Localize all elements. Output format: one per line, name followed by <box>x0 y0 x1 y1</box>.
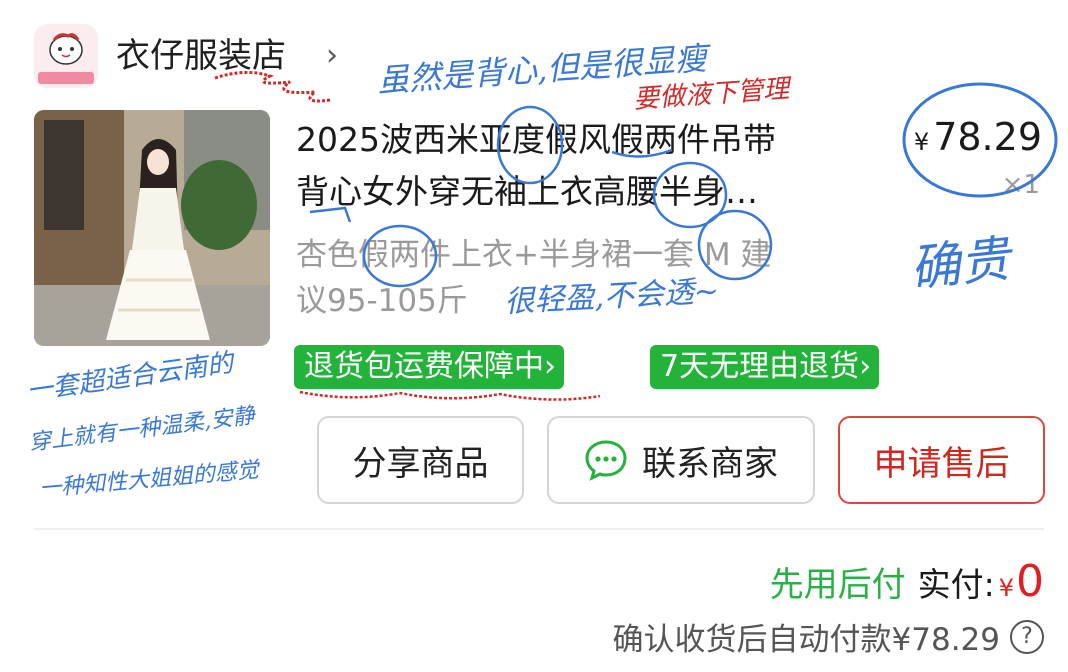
annotation-top: 虽然是背心,但是很显瘦 <box>376 39 713 100</box>
annotation-wash: 要做液下管理 <box>632 74 794 115</box>
chevron-right-icon[interactable]: › <box>326 36 338 76</box>
shipping-insurance-tag[interactable]: 退货包运费保障中› <box>294 345 564 389</box>
product-spec-line-2: 议95-105斤 <box>296 283 468 319</box>
share-product-button[interactable]: 分享商品 <box>317 416 524 504</box>
divider <box>34 528 1044 530</box>
annotation-expensive: 确贵 <box>907 229 1016 298</box>
actual-payment-row: 先用后付 实付: ¥ 0 <box>770 556 1044 607</box>
product-title-line-2: 背心女外穿无袖上衣高腰半身… <box>296 172 758 211</box>
share-product-label: 分享商品 <box>352 443 489 484</box>
actual-pay-value: 0 <box>1016 556 1044 607</box>
store-logo-icon[interactable] <box>34 24 98 88</box>
product-spec: 杏色假两件上衣+半身裙一套 M 建 议95-105斤 <box>296 232 876 324</box>
actual-pay-currency: ¥ <box>998 574 1014 602</box>
product-image[interactable] <box>34 110 270 346</box>
store-name[interactable]: 衣仔服装店 <box>116 34 286 78</box>
pay-later-label: 先用后付 <box>769 565 906 605</box>
seven-day-return-tag[interactable]: 7天无理由退货› <box>650 345 880 389</box>
product-title-line-1: 2025波西米亚度假风假两件吊带 <box>296 120 776 159</box>
price-currency: ¥ <box>913 128 930 156</box>
product-title[interactable]: 2025波西米亚度假风假两件吊带 背心女外穿无袖上衣高腰半身… <box>296 114 876 218</box>
annotation-left-3: 一种知性大姐姐的感觉 <box>38 458 261 502</box>
after-sale-button[interactable]: 申请售后 <box>838 416 1045 504</box>
annotation-left-2: 穿上就有一种温柔,安静 <box>28 403 258 456</box>
product-price: ¥78.29 <box>914 112 1042 167</box>
contact-seller-button[interactable]: 联系商家 <box>547 416 815 504</box>
auto-pay-text: 确认收货后自动付款¥78.29 <box>612 622 1000 658</box>
auto-pay-row: 确认收货后自动付款¥78.29 ? <box>613 614 1044 659</box>
price-value: 78.29 <box>933 115 1042 159</box>
chat-bubble-icon <box>585 440 627 481</box>
actual-pay-label: 实付: <box>917 565 995 604</box>
after-sale-label: 申请售后 <box>873 443 1010 484</box>
contact-seller-label: 联系商家 <box>642 443 778 484</box>
help-question-icon[interactable]: ? <box>1010 619 1044 654</box>
annotation-left-1: 一套超适合云南的 <box>25 348 238 407</box>
product-quantity: ×1 <box>1001 170 1040 200</box>
product-spec-line-1: 杏色假两件上衣+半身裙一套 M 建 <box>296 237 772 273</box>
